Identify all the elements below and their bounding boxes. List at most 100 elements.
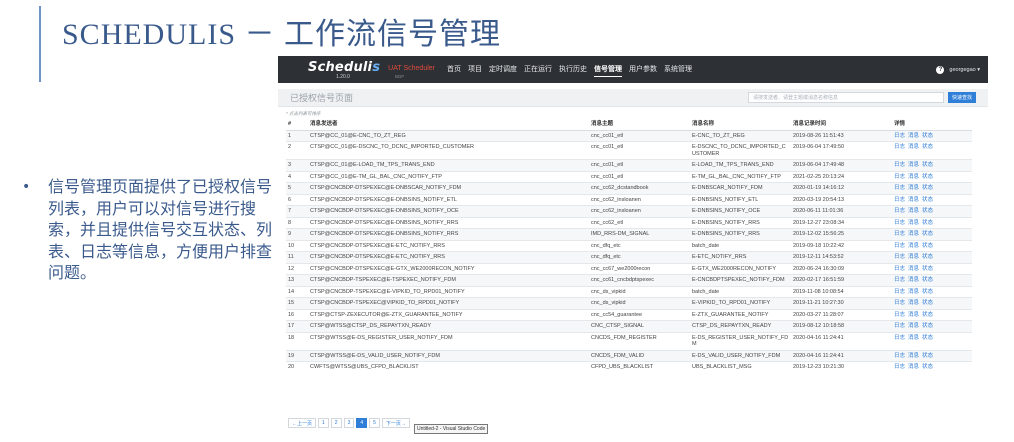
nav-item[interactable]: 正在运行 [524,62,552,77]
page-button[interactable]: 3 [343,418,355,428]
table-row[interactable]: 5 CTSP@CNCBDP-DTSPEXEC@E-DNBSCAR_NOTIFY_F… [286,182,972,194]
nav-item[interactable]: 系统管理 [664,62,692,77]
status-link[interactable]: 状态 [922,254,933,260]
message-link[interactable]: 消息 [908,335,919,341]
status-link[interactable]: 状态 [922,335,933,341]
status-link[interactable]: 状态 [922,353,933,359]
message-link[interactable]: 消息 [908,300,919,306]
status-link[interactable]: 状态 [922,220,933,226]
log-link[interactable]: 日志 [894,174,905,180]
log-link[interactable]: 日志 [894,353,905,359]
message-link[interactable]: 消息 [908,277,919,283]
message-link[interactable]: 消息 [908,144,919,150]
log-link[interactable]: 日志 [894,208,905,214]
log-link[interactable]: 日志 [894,335,905,341]
status-link[interactable]: 状态 [922,185,933,191]
message-link[interactable]: 消息 [908,254,919,260]
table-row[interactable]: 17 CTSP@WTSS@CTSP_DS_REPAYTXN_READY CNC_CT… [286,320,972,332]
table-row[interactable]: 11 CTSP@CNCBDP-DTSPEXEC@E-ETC_NOTIFY_RRS c… [286,251,972,263]
log-link[interactable]: 日志 [894,300,905,306]
status-link[interactable]: 状态 [922,208,933,214]
log-link[interactable]: 日志 [894,197,905,203]
message-link[interactable]: 消息 [908,353,919,359]
table-row[interactable]: 2 CTSP@CC_01@E-DSCNC_TO_DCNC_IMPORTED_CUS… [286,141,972,160]
log-link[interactable]: 日志 [894,289,905,295]
message-link[interactable]: 消息 [908,364,919,370]
log-link[interactable]: 日志 [894,277,905,283]
log-link[interactable]: 日志 [894,144,905,150]
status-link[interactable]: 状态 [922,144,933,150]
status-link[interactable]: 状态 [922,266,933,272]
page-button[interactable]: 5 [369,418,380,428]
column-header[interactable]: # [286,119,308,131]
message-link[interactable]: 消息 [908,174,919,180]
message-link[interactable]: 消息 [908,208,919,214]
status-link[interactable]: 状态 [922,277,933,283]
page-button[interactable]: 1 [318,418,329,428]
log-link[interactable]: 日志 [894,231,905,237]
message-link[interactable]: 消息 [908,220,919,226]
log-link[interactable]: 日志 [894,323,905,329]
message-link[interactable]: 消息 [908,133,919,139]
status-link[interactable]: 状态 [922,162,933,168]
message-link[interactable]: 消息 [908,243,919,249]
message-link[interactable]: 消息 [908,266,919,272]
table-row[interactable]: 14 CTSP@CNCBDP-TSPEXEC@E-VIPKID_TO_RPD01_… [286,285,972,298]
log-link[interactable]: 日志 [894,312,905,318]
nav-item[interactable]: 信号管理 [594,62,622,77]
status-link[interactable]: 状态 [922,197,933,203]
log-link[interactable]: 日志 [894,162,905,168]
status-link[interactable]: 状态 [922,243,933,249]
status-link[interactable]: 状态 [922,300,933,306]
column-header[interactable]: 消息发送者 [308,119,589,131]
search-input[interactable] [747,92,944,103]
log-link[interactable]: 日志 [894,220,905,226]
table-row[interactable]: 18 CTSP@WTSS@E-DS_REGISTER_USER_NOTIFY_FD… [286,331,972,350]
table-row[interactable]: 6 CTSP@CNCBDP-DTSPEXEC@E-DNBSINS_NOTIFY_E… [286,193,972,206]
nav-item[interactable]: 执行历史 [559,62,587,77]
column-header[interactable]: 消息名称 [690,119,791,131]
log-link[interactable]: 日志 [894,254,905,260]
column-header[interactable]: 详情 [892,119,972,131]
page-button[interactable]: 4 [356,418,368,428]
status-link[interactable]: 状态 [922,312,933,318]
message-link[interactable]: 消息 [908,289,919,295]
log-link[interactable]: 日志 [894,364,905,370]
table-row[interactable]: 1 CTSP@CC_01@E-CNC_TO_ZT_REG cnc_cc01_etl E… [286,129,972,142]
status-link[interactable]: 状态 [922,289,933,295]
log-link[interactable]: 日志 [894,185,905,191]
table-row[interactable]: 20 CWFTS@WTSS@UBS_CFPD_BLACKLIST CFPD_UBS_… [286,361,972,373]
table-row[interactable]: 10 CTSP@CNCBDP-DTSPEXEC@E-ETC_NOTIFY_RRS c… [286,239,972,252]
log-link[interactable]: 日志 [894,266,905,272]
user-menu[interactable]: georgegao ▾ [949,67,980,73]
page-button[interactable]: 2 [330,418,342,428]
table-row[interactable]: 12 CTSP@CNCBDP-DTSPEXEC@E-GTX_WE2000RECON… [286,262,972,275]
table-row[interactable]: 13 CTSP@CNCBDP-TSPEXEC@E-TSPEXEC_NOTIFY_F… [286,274,972,286]
nav-item[interactable]: 首页 [447,62,461,77]
message-link[interactable]: 消息 [908,185,919,191]
nav-item[interactable]: 用户参数 [629,62,657,77]
nav-item[interactable]: 项目 [468,62,482,77]
table-row[interactable]: 7 CTSP@CNCBDP-DTSPEXEC@E-DNBSINS_NOTIFY_O… [286,205,972,217]
message-link[interactable]: 消息 [908,162,919,168]
table-row[interactable]: 8 CTSP@CNCBDP-DTSPEXEC@E-DNBSINS_NOTIFY_R… [286,216,972,229]
log-link[interactable]: 日志 [894,243,905,249]
table-row[interactable]: 16 CTSP@CTSP-ZEXECUTOR@E-ZTX_GUARANTEE_NO… [286,308,972,321]
status-link[interactable]: 状态 [922,174,933,180]
status-link[interactable]: 状态 [922,364,933,370]
next-page-button[interactable]: 下一页→ [381,418,410,428]
message-link[interactable]: 消息 [908,231,919,237]
message-link[interactable]: 消息 [908,312,919,318]
table-row[interactable]: 15 CTSP@CNCBDP-TSPEXEC@VIPKID_TO_RPD01_NO… [286,297,972,309]
table-row[interactable]: 4 CTSP@CC_01@E-TM_GL_BAL_CNC_NOTIFY_FTP cn… [286,170,972,183]
column-header[interactable]: 消息主题 [589,119,690,131]
status-link[interactable]: 状态 [922,133,933,139]
message-link[interactable]: 消息 [908,197,919,203]
table-row[interactable]: 9 CTSP@CNCBDP-DTSPEXEC@E-DNBSINS_NOTIFY_R… [286,228,972,240]
help-icon[interactable]: ? [936,65,945,74]
table-row[interactable]: 19 CTSP@WTSS@E-DS_VALID_USER_NOTIFY_FDM CN… [286,349,972,362]
nav-item[interactable]: 定时调度 [489,62,517,77]
log-link[interactable]: 日志 [894,133,905,139]
column-header[interactable]: 消息记录时间 [791,119,892,131]
message-link[interactable]: 消息 [908,323,919,329]
